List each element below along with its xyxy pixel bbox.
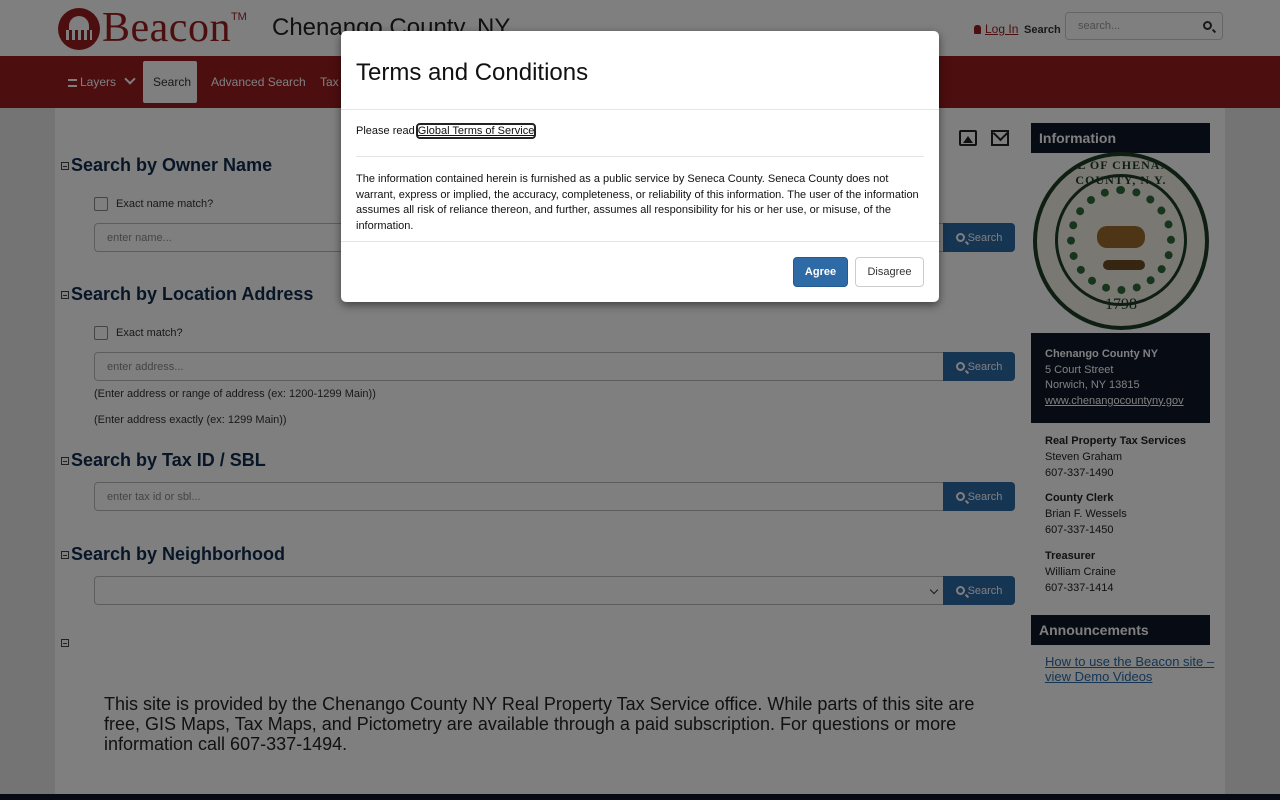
read-prefix: Please read [356, 125, 418, 137]
modal-read-line: Please read Global Terms of Service [356, 123, 537, 139]
divider [341, 109, 939, 110]
agree-button[interactable]: Agree [793, 257, 848, 287]
modal-title: Terms and Conditions [356, 59, 589, 86]
divider [341, 241, 939, 242]
divider [356, 156, 924, 157]
modal-disclaimer: The information contained herein is furn… [356, 173, 919, 232]
disagree-button[interactable]: Disagree [855, 257, 924, 287]
terms-of-service-link[interactable]: Global Terms of Service [415, 123, 537, 139]
terms-modal: Terms and Conditions Please read Global … [341, 31, 939, 302]
